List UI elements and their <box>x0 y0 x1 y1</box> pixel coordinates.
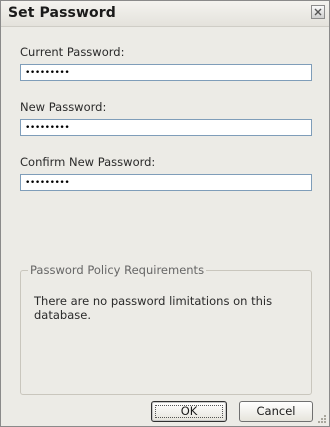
new-password-input[interactable] <box>20 119 312 136</box>
cancel-button-label: Cancel <box>256 404 296 418</box>
password-policy-message: There are no password limitations on thi… <box>34 294 273 322</box>
close-icon <box>314 8 322 16</box>
confirm-password-input[interactable] <box>20 174 312 191</box>
new-password-label: New Password: <box>20 100 107 114</box>
ok-button-label: OK <box>180 404 198 418</box>
close-button[interactable] <box>311 5 325 19</box>
password-policy-group <box>20 270 312 395</box>
confirm-password-label: Confirm New Password: <box>20 155 156 169</box>
resize-grip-icon[interactable] <box>316 413 327 424</box>
current-password-input[interactable] <box>20 64 312 81</box>
set-password-dialog: Set Password Current Password: New Passw… <box>0 0 330 427</box>
current-password-label: Current Password: <box>20 45 125 59</box>
cancel-button[interactable]: Cancel <box>239 401 313 422</box>
ok-button[interactable]: OK <box>151 401 227 422</box>
dialog-title: Set Password <box>8 5 116 21</box>
password-policy-group-label: Password Policy Requirements <box>28 263 207 277</box>
title-bar[interactable]: Set Password <box>1 1 329 27</box>
